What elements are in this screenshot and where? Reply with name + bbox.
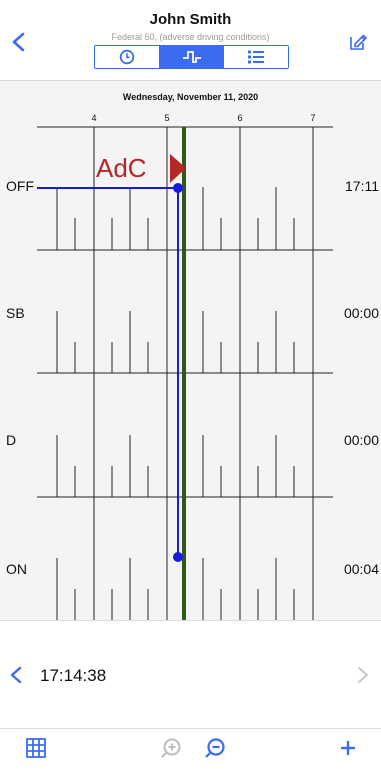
zoom-out-icon xyxy=(205,738,225,758)
status-row-label-on: ON xyxy=(6,561,27,577)
status-duration-on: 00:04 xyxy=(343,561,379,577)
bottom-toolbar xyxy=(0,728,381,770)
graph-grid xyxy=(37,126,333,620)
add-button[interactable] xyxy=(336,736,360,760)
status-change-point xyxy=(173,552,183,562)
zoom-in-button[interactable] xyxy=(159,736,183,760)
status-change-point xyxy=(173,183,183,193)
add-icon xyxy=(341,741,355,755)
zoom-in-icon xyxy=(161,738,181,758)
status-duration-d: 00:00 xyxy=(343,432,379,448)
previous-event-button[interactable] xyxy=(8,664,24,686)
grid-icon xyxy=(26,738,46,758)
status-duration-off: 17:11 xyxy=(345,178,379,194)
status-duration-sb: 00:00 xyxy=(343,305,379,321)
status-row-label-sb: SB xyxy=(6,305,25,321)
current-time: 17:14:38 xyxy=(40,666,107,685)
chevron-left-icon xyxy=(10,666,22,684)
zoom-out-button[interactable] xyxy=(203,736,227,760)
status-row-label-off: OFF xyxy=(6,178,34,194)
chevron-right-icon xyxy=(358,667,368,683)
status-row-label-d: D xyxy=(6,432,17,448)
next-event-button[interactable] xyxy=(355,664,371,686)
adc-annotation: AdC xyxy=(96,153,147,183)
grid-view-button[interactable] xyxy=(24,736,48,760)
